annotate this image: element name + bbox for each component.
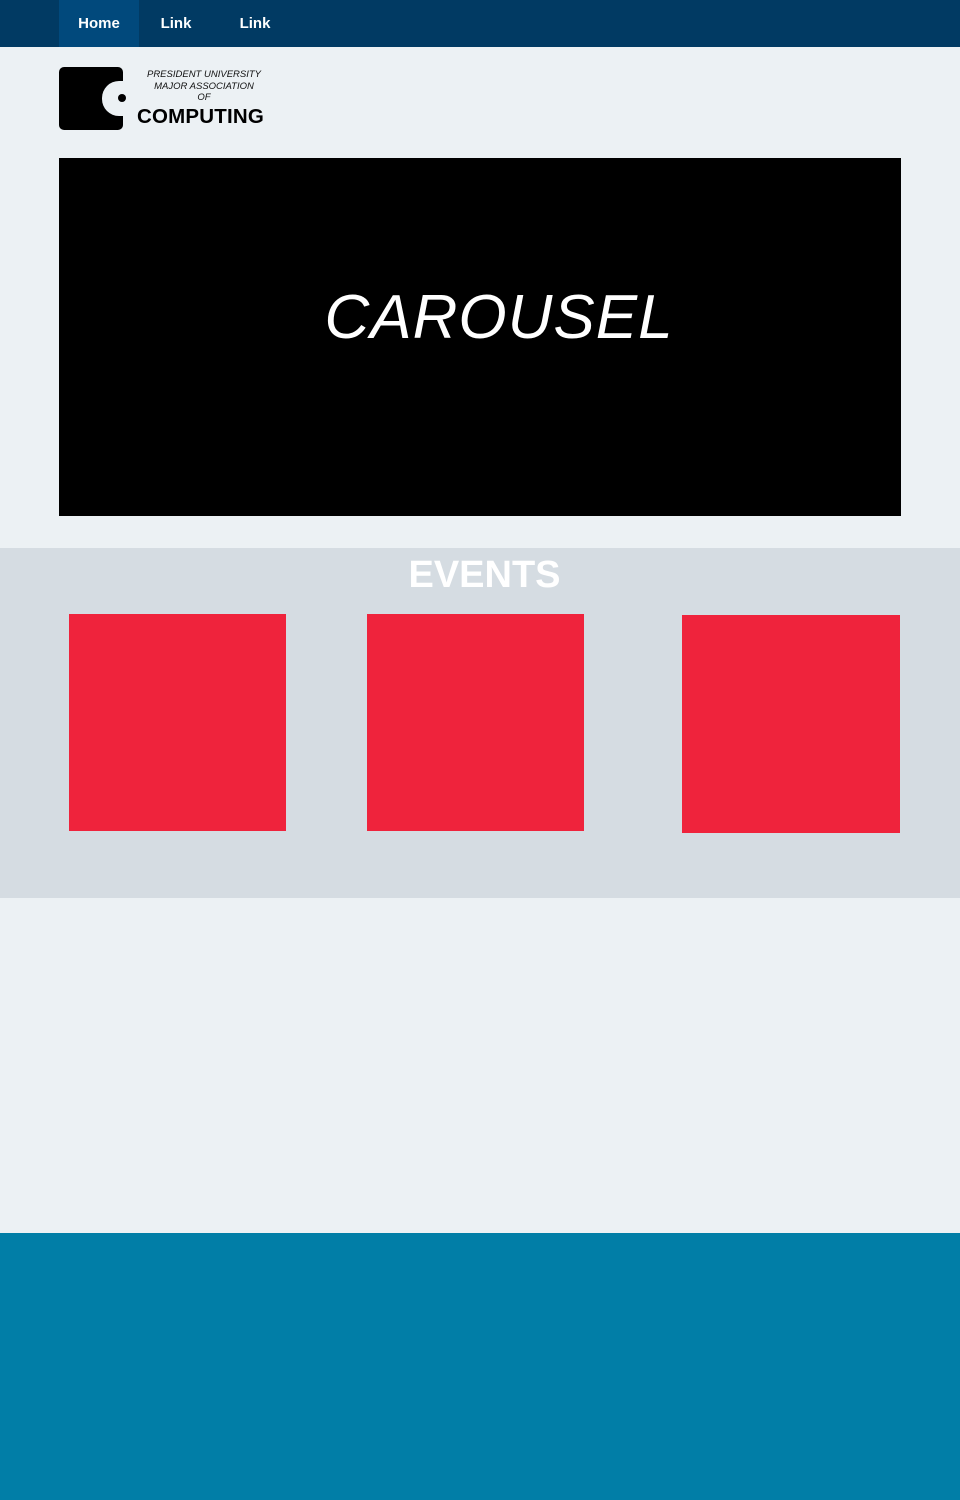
- event-card-1[interactable]: [69, 614, 286, 831]
- events-heading: EVENTS: [408, 554, 561, 596]
- events-section: EVENTS: [0, 548, 960, 898]
- logo-subtitle: PRESIDENT UNIVERSITY MAJOR ASSOCIATION O…: [138, 69, 270, 104]
- event-card-2[interactable]: [367, 614, 584, 831]
- nav-link-2[interactable]: Link: [218, 0, 292, 47]
- logo-line-1: PRESIDENT UNIVERSITY: [146, 69, 262, 80]
- logo-title: COMPUTING: [137, 105, 265, 128]
- logo-c-icon: [59, 67, 124, 130]
- carousel[interactable]: CAROUSEL: [59, 158, 901, 516]
- carousel-label: CAROUSEL: [324, 283, 674, 352]
- logo-dot: [118, 94, 126, 102]
- site-logo[interactable]: PRESIDENT UNIVERSITY MAJOR ASSOCIATION O…: [59, 67, 274, 133]
- top-navbar: Home Link Link: [0, 0, 960, 47]
- event-card-3[interactable]: [682, 615, 900, 833]
- nav-link-1[interactable]: Link: [139, 0, 213, 47]
- logo-line-3: OF: [197, 92, 211, 103]
- page-footer: [0, 1233, 960, 1500]
- logo-line-2: MAJOR ASSOCIATION: [154, 80, 254, 92]
- nav-home-link[interactable]: Home: [59, 0, 139, 47]
